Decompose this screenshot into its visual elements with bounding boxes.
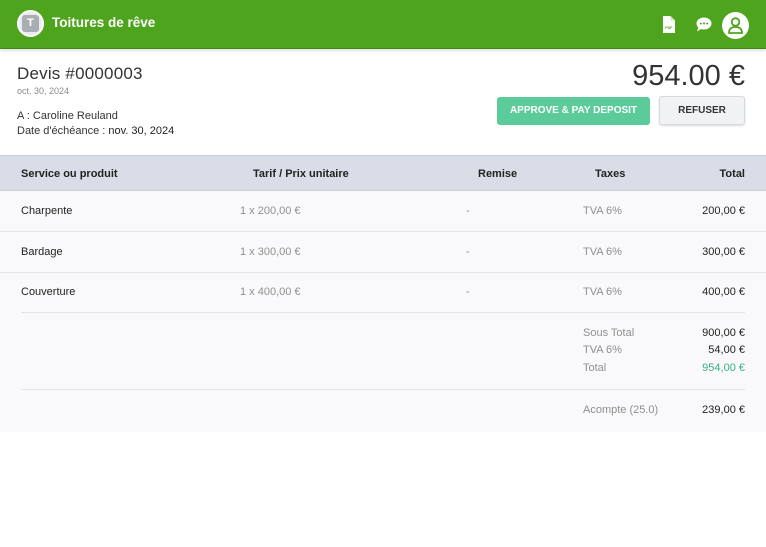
row-total: 400,00 € [702, 286, 745, 298]
row-service: Bardage [21, 246, 63, 258]
row-total: 200,00 € [702, 205, 745, 217]
chat-icon[interactable] [696, 17, 712, 32]
table-row: Bardage 1 x 300,00 € - TVA 6% 300,00 € [0, 232, 766, 273]
row-price: 1 x 400,00 € [240, 286, 301, 298]
table-row: Couverture 1 x 400,00 € - TVA 6% 400,00 … [0, 272, 766, 313]
row-tax: TVA 6% [583, 246, 622, 258]
quote-amount: 954.00 € [632, 60, 745, 92]
due-date-line: Date d'échéance : nov. 30, 2024 [17, 125, 174, 137]
recipient-label: A : [17, 110, 33, 122]
total-value: 954,00 € [702, 362, 745, 374]
total-label: Total [583, 362, 607, 374]
table-row: Charpente 1 x 200,00 € - TVA 6% 200,00 € [0, 191, 766, 232]
column-discount: Remise [478, 168, 518, 180]
deposit-label: Acompte (25.0) [583, 404, 659, 416]
quote-title: Devis #0000003 [17, 64, 143, 83]
deposit-value: 239,00 € [702, 404, 745, 416]
user-icon [728, 17, 743, 34]
table-header: Service ou produit Tarif / Prix unitaire… [0, 155, 766, 191]
row-price: 1 x 200,00 € [240, 205, 301, 217]
vat-value: 54,00 € [708, 344, 745, 356]
row-service: Charpente [21, 205, 73, 217]
summary-divider [21, 312, 745, 313]
brand-name: Toitures de rêve [52, 15, 156, 30]
recipient-line: A : Caroline Reuland [17, 110, 118, 122]
row-discount: - [466, 286, 470, 298]
subtotal-value: 900,00 € [702, 327, 745, 339]
company-logo[interactable]: T [17, 10, 44, 37]
logo-letter: T [22, 15, 39, 32]
recipient-name: Caroline Reuland [32, 110, 118, 122]
row-service: Couverture [21, 286, 76, 298]
due-date-value: nov. 30, 2024 [108, 125, 175, 137]
column-taxes: Taxes [595, 168, 626, 180]
row-discount: - [466, 246, 470, 258]
quote-date: oct. 30, 2024 [17, 86, 70, 96]
row-price: 1 x 300,00 € [240, 246, 301, 258]
top-bar: T Toitures de rêve PDF [0, 0, 766, 49]
vat-label: TVA 6% [583, 344, 622, 356]
deposit-divider [21, 389, 745, 390]
subtotal-label: Sous Total [583, 327, 635, 339]
row-discount: - [466, 205, 470, 217]
due-date-label: Date d'échéance : [17, 125, 109, 137]
column-service: Service ou produit [21, 168, 118, 180]
row-total: 300,00 € [702, 246, 745, 258]
column-unit-price: Tarif / Prix unitaire [253, 168, 349, 180]
row-tax: TVA 6% [583, 205, 622, 217]
table-body: Charpente 1 x 200,00 € - TVA 6% 200,00 €… [0, 191, 766, 432]
row-tax: TVA 6% [583, 286, 622, 298]
pdf-icon[interactable]: PDF [662, 16, 675, 33]
refuse-button[interactable]: REFUSER [659, 96, 745, 125]
column-total: Total [719, 168, 745, 180]
pdf-icon-text: PDF [665, 26, 673, 30]
user-avatar[interactable] [722, 12, 749, 39]
approve-pay-deposit-button[interactable]: APPROVE & PAY DEPOSIT [497, 97, 650, 125]
